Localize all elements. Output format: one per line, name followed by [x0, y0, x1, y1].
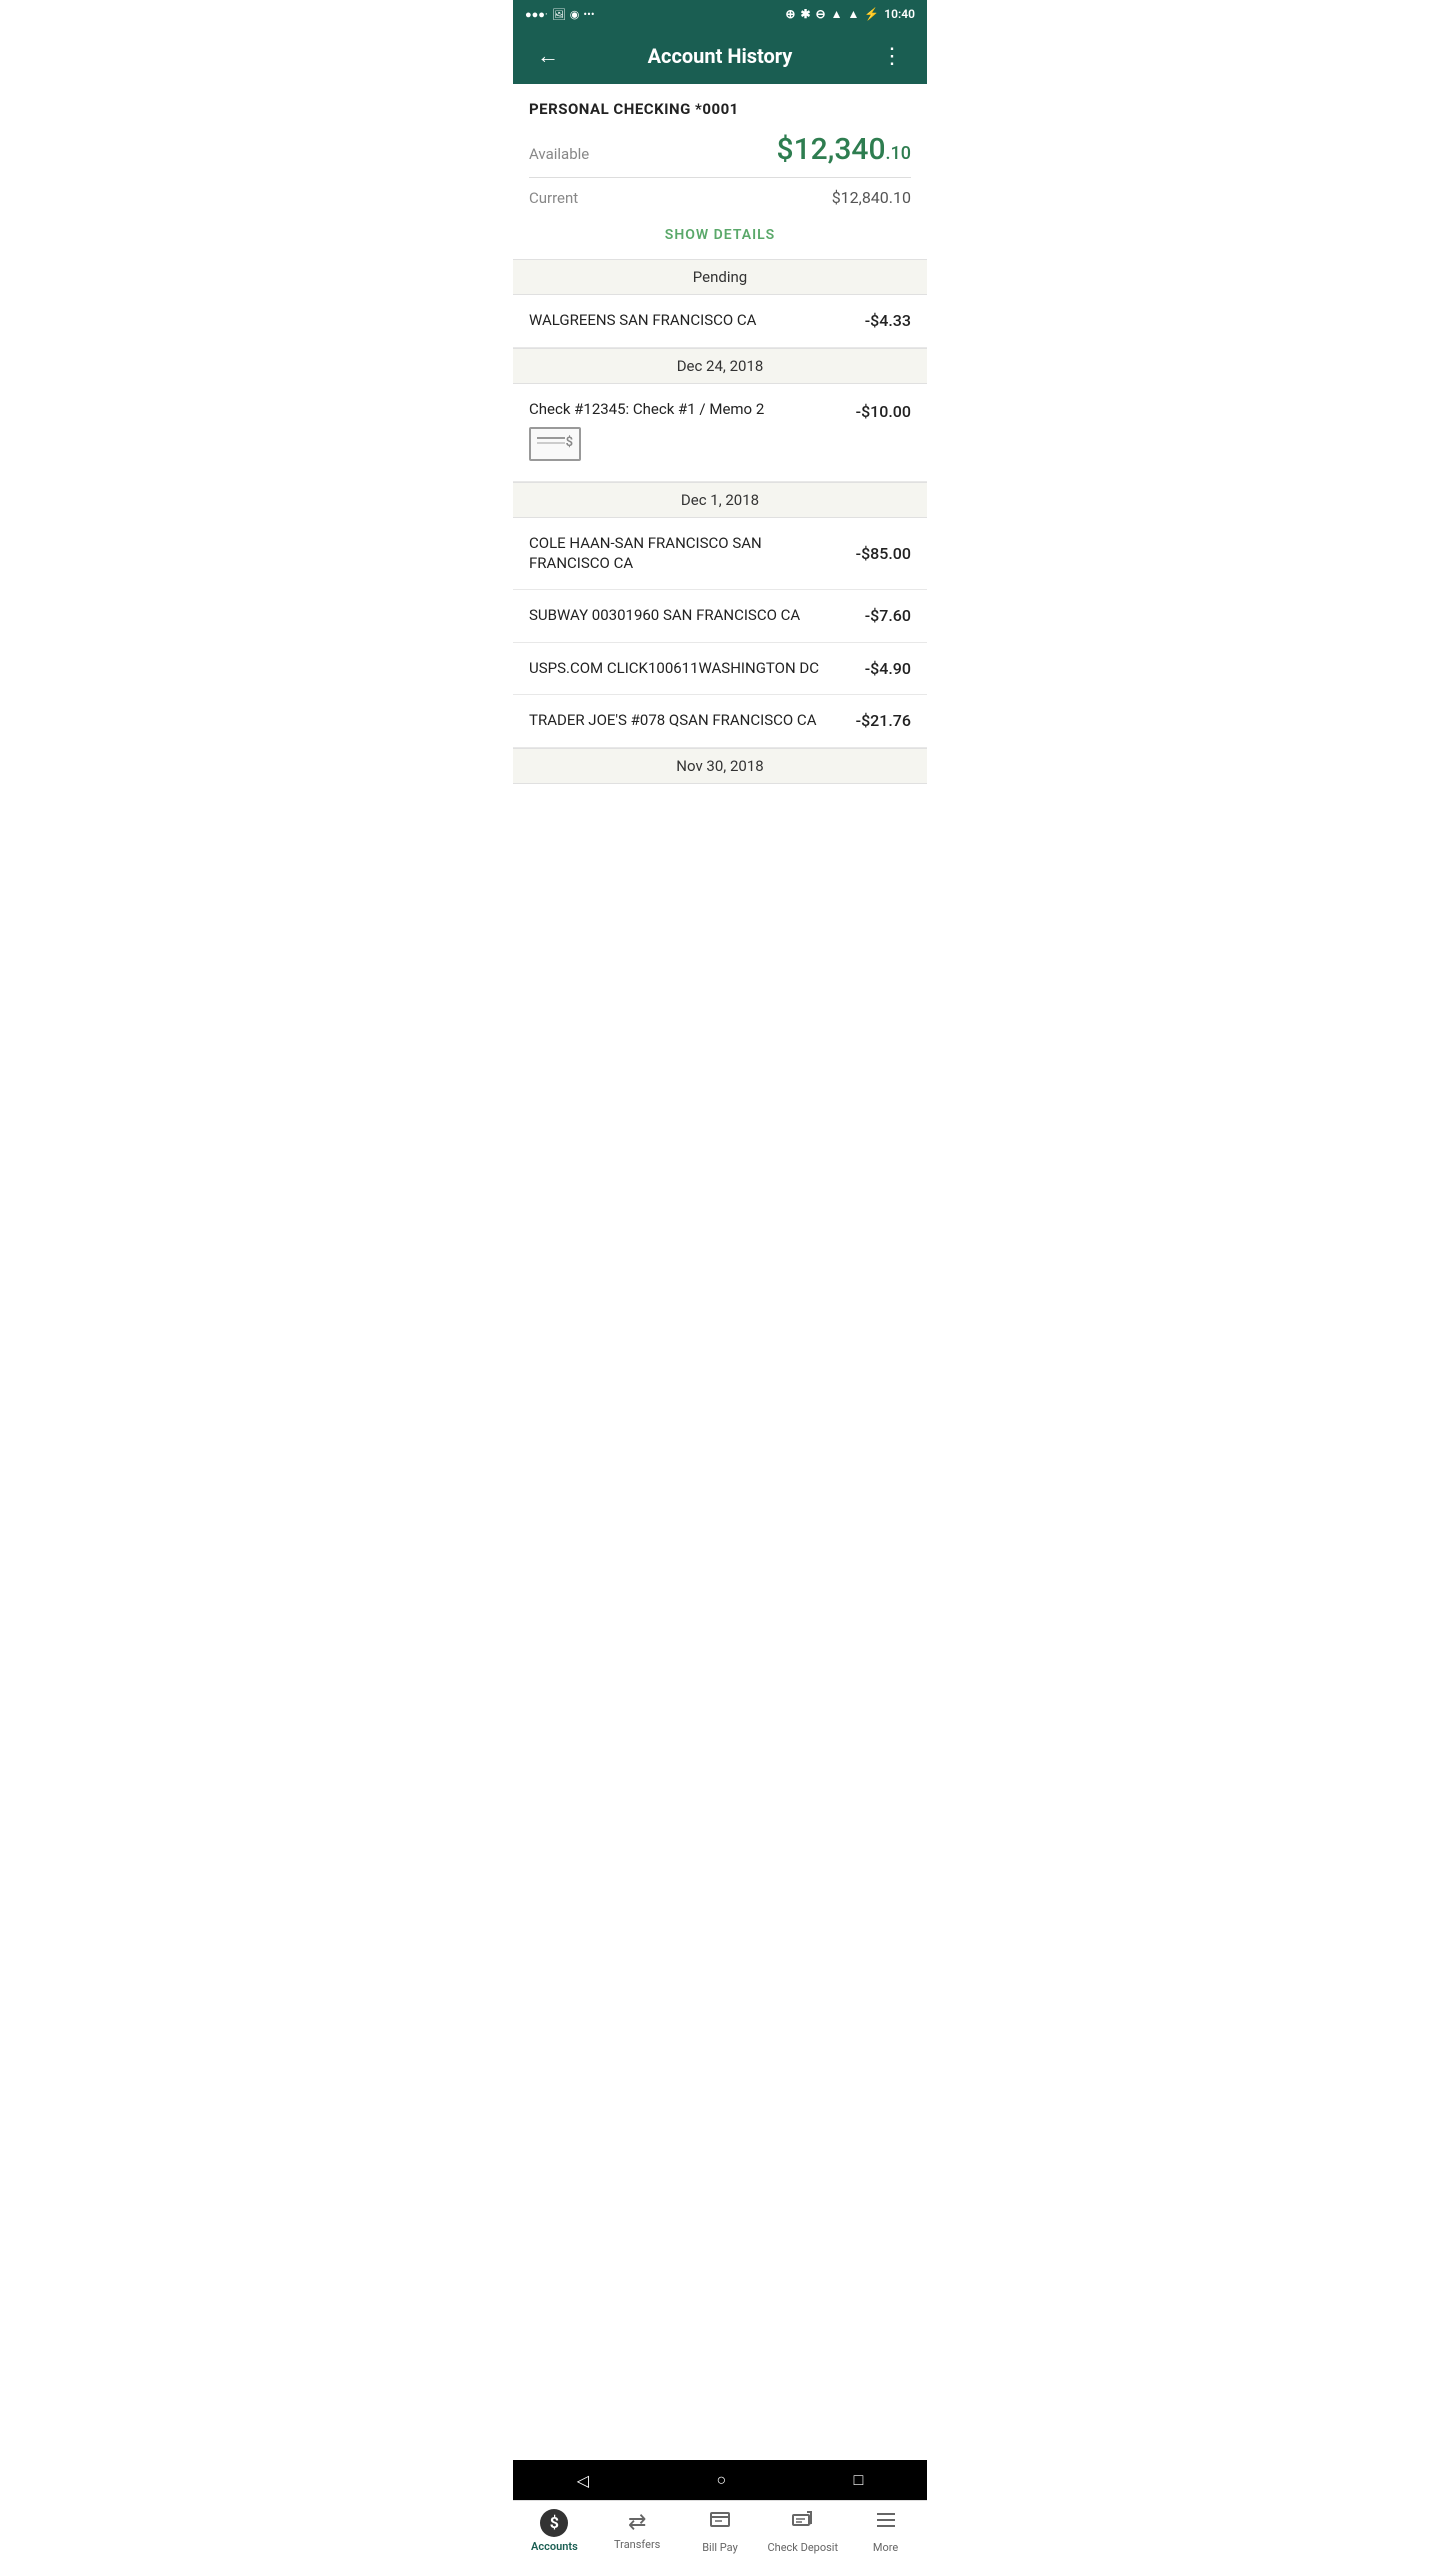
nav-checkdeposit[interactable]: Check Deposit	[761, 2501, 844, 2560]
transaction-left: Check #12345: Check #1 / Memo 2	[529, 400, 856, 466]
transaction-name: COLE HAAN-SAN FRANCISCO SAN FRANCISCO CA	[529, 534, 844, 573]
battery-icon: ⚡	[864, 7, 879, 21]
android-home-button[interactable]: ○	[716, 2470, 726, 2490]
back-button[interactable]: ←	[529, 39, 567, 73]
checkdeposit-icon	[791, 2508, 815, 2538]
current-label: Current	[529, 189, 578, 207]
nov30-section-header: Nov 30, 2018	[513, 748, 927, 784]
dec24-section-header: Dec 24, 2018	[513, 348, 927, 384]
billpay-icon	[708, 2508, 732, 2538]
transaction-amount: -$21.76	[856, 711, 911, 730]
transfers-label: Transfers	[614, 2538, 660, 2551]
transaction-left: WALGREENS SAN FRANCISCO CA	[529, 311, 865, 331]
transaction-item[interactable]: SUBWAY 00301960 SAN FRANCISCO CA -$7.60	[513, 590, 927, 643]
status-right-icons: ⊕ ✱ ⊖ ▲ ▲ ⚡ 10:40	[785, 7, 915, 21]
pending-section-header: Pending	[513, 259, 927, 295]
checkdeposit-label: Check Deposit	[768, 2541, 839, 2554]
transaction-amount: -$85.00	[856, 544, 911, 563]
plus-circle-icon: ⊕	[785, 7, 795, 21]
dots-icon: •••	[583, 8, 594, 21]
clock: 10:40	[884, 7, 915, 21]
account-info: PERSONAL CHECKING *0001 Available $12,34…	[513, 84, 927, 259]
check-image-icon	[529, 427, 581, 461]
signal-icon: ●●●·	[525, 8, 548, 21]
current-balance-row: Current $12,840.10	[529, 188, 911, 207]
android-nav-bar: ◁ ○ □	[513, 2460, 927, 2500]
divider	[529, 177, 911, 178]
nav-accounts[interactable]: $ Accounts	[513, 2501, 596, 2560]
status-left-icons: ●●●· 🖼 ◉ •••	[525, 8, 595, 21]
nav-more[interactable]: More	[844, 2501, 927, 2560]
nav-bar: ← Account History ⋮	[513, 28, 927, 84]
circle-icon: ◉	[570, 8, 580, 21]
current-amount: $12,840.10	[832, 188, 911, 207]
transaction-name: SUBWAY 00301960 SAN FRANCISCO CA	[529, 606, 853, 626]
transaction-amount: -$7.60	[865, 606, 911, 625]
accounts-icon: $	[540, 2509, 568, 2537]
content-area: PERSONAL CHECKING *0001 Available $12,34…	[513, 84, 927, 894]
android-recent-button[interactable]: □	[854, 2470, 864, 2490]
image-icon: 🖼	[552, 8, 566, 21]
more-options-button[interactable]: ⋮	[873, 39, 911, 73]
transaction-left: SUBWAY 00301960 SAN FRANCISCO CA	[529, 606, 865, 626]
nav-billpay[interactable]: Bill Pay	[679, 2501, 762, 2560]
transfers-icon: ⇄	[628, 2510, 646, 2535]
more-label: More	[873, 2541, 898, 2554]
page-title: Account History	[648, 44, 793, 68]
more-icon	[874, 2508, 898, 2538]
accounts-label: Accounts	[531, 2540, 578, 2553]
available-amount: $12,340.10	[777, 132, 911, 167]
available-balance-row: Available $12,340.10	[529, 132, 911, 167]
bluetooth-icon: ✱	[800, 7, 810, 21]
transaction-amount: -$10.00	[856, 400, 911, 421]
transaction-name: USPS.COM CLICK100611WASHINGTON DC	[529, 659, 853, 679]
transaction-item[interactable]: Check #12345: Check #1 / Memo 2 -$10.00	[513, 384, 927, 483]
transaction-item[interactable]: WALGREENS SAN FRANCISCO CA -$4.33	[513, 295, 927, 348]
billpay-label: Bill Pay	[702, 2541, 738, 2554]
transaction-amount: -$4.33	[865, 311, 911, 330]
android-back-button[interactable]: ◁	[577, 2471, 589, 2490]
dec1-section-header: Dec 1, 2018	[513, 482, 927, 518]
bottom-nav: $ Accounts ⇄ Transfers Bill Pay Ch	[513, 2500, 927, 2560]
transaction-item[interactable]: TRADER JOE'S #078 QSAN FRANCISCO CA -$21…	[513, 695, 927, 748]
wifi-icon: ▲	[831, 7, 843, 21]
transaction-left: COLE HAAN-SAN FRANCISCO SAN FRANCISCO CA	[529, 534, 856, 573]
available-label: Available	[529, 145, 589, 163]
signal-bars-icon: ▲	[847, 7, 859, 21]
minus-circle-icon: ⊖	[816, 7, 826, 21]
transaction-amount: -$4.90	[865, 659, 911, 678]
status-bar: ●●●· 🖼 ◉ ••• ⊕ ✱ ⊖ ▲ ▲ ⚡ 10:40	[513, 0, 927, 28]
show-details-button[interactable]: SHOW DETAILS	[529, 215, 911, 259]
transaction-name: TRADER JOE'S #078 QSAN FRANCISCO CA	[529, 711, 844, 731]
transaction-item[interactable]: COLE HAAN-SAN FRANCISCO SAN FRANCISCO CA…	[513, 518, 927, 590]
transaction-left: USPS.COM CLICK100611WASHINGTON DC	[529, 659, 865, 679]
account-name: PERSONAL CHECKING *0001	[529, 100, 911, 118]
transaction-name: WALGREENS SAN FRANCISCO CA	[529, 311, 853, 331]
transaction-name: Check #12345: Check #1 / Memo 2	[529, 400, 844, 420]
nav-transfers[interactable]: ⇄ Transfers	[596, 2501, 679, 2560]
transaction-item[interactable]: USPS.COM CLICK100611WASHINGTON DC -$4.90	[513, 643, 927, 696]
transaction-left: TRADER JOE'S #078 QSAN FRANCISCO CA	[529, 711, 856, 731]
